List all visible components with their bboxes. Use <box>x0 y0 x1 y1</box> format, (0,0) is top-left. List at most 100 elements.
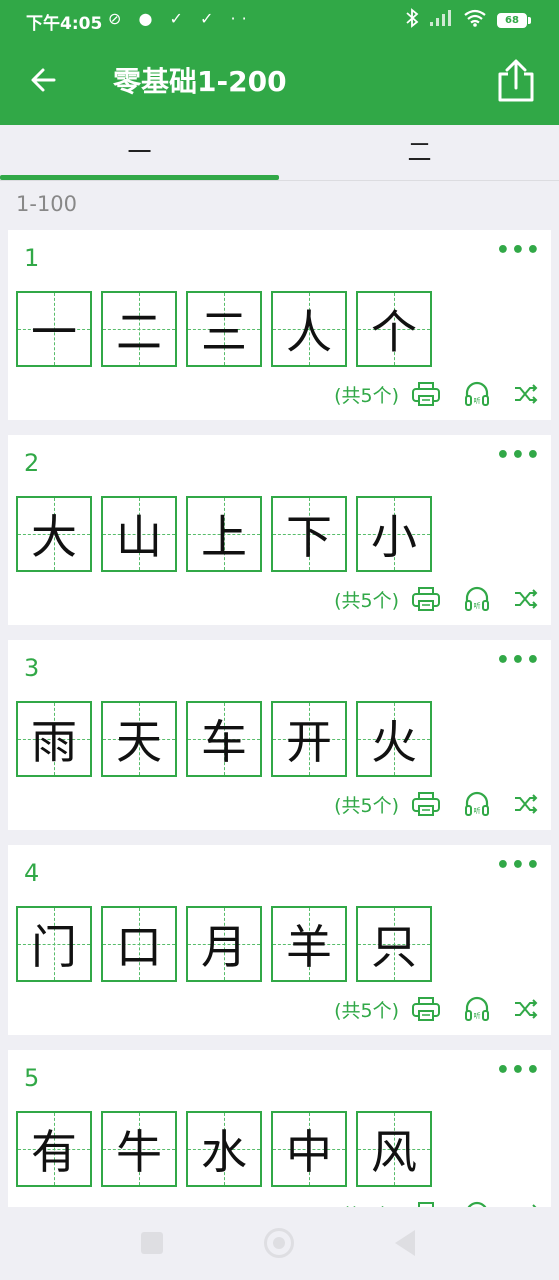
character-glyph: 火 <box>371 715 417 769</box>
battery-level: 68 <box>497 12 527 28</box>
shuffle-icon[interactable] <box>513 382 539 406</box>
character-cell[interactable]: 二 <box>101 291 177 367</box>
group-actions: (共5个)听 <box>334 1200 539 1207</box>
character-glyph: 天 <box>116 715 162 769</box>
character-cell[interactable]: 门 <box>16 906 92 982</box>
character-glyph: 中 <box>286 1125 332 1179</box>
group-actions: (共5个)听 <box>334 790 539 818</box>
group-card[interactable]: 1 ••• 一二三人个 (共5个) 听 <box>8 230 551 420</box>
character-glyph: 车 <box>201 715 247 769</box>
character-cell[interactable]: 个 <box>356 291 432 367</box>
character-glyph: 只 <box>371 920 417 974</box>
character-cell[interactable]: 天 <box>101 701 177 777</box>
tab-two[interactable]: 二 <box>280 125 559 180</box>
svg-text:听: 听 <box>474 806 481 815</box>
listen-icon[interactable]: 听 <box>463 380 491 408</box>
battery-icon: 68 <box>497 12 531 28</box>
character-cell[interactable]: 水 <box>186 1111 262 1187</box>
shuffle-icon[interactable] <box>513 792 539 816</box>
character-glyph: 三 <box>201 305 247 359</box>
print-icon[interactable] <box>411 996 441 1022</box>
character-cell[interactable]: 有 <box>16 1111 92 1187</box>
character-glyph: 下 <box>286 510 332 564</box>
character-cell[interactable]: 羊 <box>271 906 347 982</box>
status-bar: 下午4:05 ⊘ ● ✓ ✓ ·· 68 <box>0 0 559 42</box>
character-grid: 雨天车开火 <box>16 701 432 777</box>
character-glyph: 雨 <box>31 715 77 769</box>
character-cell[interactable]: 一 <box>16 291 92 367</box>
character-glyph: 人 <box>286 305 332 359</box>
group-number: 5 <box>24 1064 40 1092</box>
print-icon[interactable] <box>411 586 441 612</box>
more-options-icon[interactable]: ••• <box>496 853 541 878</box>
character-glyph: 上 <box>201 510 247 564</box>
app-bar: 零基础1-200 <box>0 42 559 125</box>
character-cell[interactable]: 雨 <box>16 701 92 777</box>
character-cell[interactable]: 中 <box>271 1111 347 1187</box>
group-card[interactable]: 4 ••• 门口月羊只 (共5个) 听 <box>8 845 551 1035</box>
wifi-icon <box>463 9 487 31</box>
character-glyph: 风 <box>371 1125 417 1179</box>
group-card[interactable]: 2 ••• 大山上下小 (共5个) 听 <box>8 435 551 625</box>
tab-one[interactable]: 一 <box>0 125 279 180</box>
character-glyph: 山 <box>116 510 162 564</box>
character-cell[interactable]: 人 <box>271 291 347 367</box>
character-glyph: 有 <box>31 1125 77 1179</box>
character-cell[interactable]: 小 <box>356 496 432 572</box>
bluetooth-icon <box>405 8 419 32</box>
character-cell[interactable]: 牛 <box>101 1111 177 1187</box>
character-cell[interactable]: 上 <box>186 496 262 572</box>
print-icon[interactable] <box>411 381 441 407</box>
shuffle-icon[interactable] <box>513 997 539 1021</box>
group-card[interactable]: 5 ••• 有牛水中风 (共5个)听 <box>8 1050 551 1207</box>
more-options-icon[interactable]: ••• <box>496 238 541 263</box>
system-nav-bar <box>0 1207 559 1280</box>
group-card[interactable]: 3 ••• 雨天车开火 (共5个) 听 <box>8 640 551 830</box>
character-cell[interactable]: 月 <box>186 906 262 982</box>
system-back-button[interactable] <box>395 1230 415 1256</box>
character-cell[interactable]: 山 <box>101 496 177 572</box>
character-glyph: 开 <box>286 715 332 769</box>
share-icon[interactable] <box>495 58 537 104</box>
character-cell[interactable]: 车 <box>186 701 262 777</box>
recents-button[interactable] <box>141 1232 163 1254</box>
character-cell[interactable]: 下 <box>271 496 347 572</box>
group-actions: (共5个)听 <box>334 585 539 613</box>
character-cell[interactable]: 大 <box>16 496 92 572</box>
character-cell[interactable]: 火 <box>356 701 432 777</box>
character-glyph: 大 <box>31 510 77 564</box>
group-number: 2 <box>24 449 40 477</box>
more-options-icon[interactable]: ••• <box>496 1058 541 1083</box>
character-cell[interactable]: 只 <box>356 906 432 982</box>
character-glyph: 羊 <box>286 920 332 974</box>
character-cell[interactable]: 口 <box>101 906 177 982</box>
listen-icon[interactable]: 听 <box>463 585 491 613</box>
tab-indicator <box>0 175 279 180</box>
character-glyph: 口 <box>116 920 162 974</box>
group-number: 1 <box>24 244 40 272</box>
character-cell[interactable]: 风 <box>356 1111 432 1187</box>
home-button[interactable] <box>264 1228 294 1258</box>
more-options-icon[interactable]: ••• <box>496 443 541 468</box>
more-options-icon[interactable]: ••• <box>496 648 541 673</box>
character-grid: 一二三人个 <box>16 291 432 367</box>
listen-icon[interactable]: 听 <box>463 1200 491 1207</box>
character-glyph: 个 <box>371 305 417 359</box>
shuffle-icon[interactable] <box>513 587 539 611</box>
svg-text:听: 听 <box>474 396 481 405</box>
tab-bar: 一 二 <box>0 125 559 181</box>
character-grid: 大山上下小 <box>16 496 432 572</box>
character-glyph: 牛 <box>116 1125 162 1179</box>
character-cell[interactable]: 三 <box>186 291 262 367</box>
character-glyph: 水 <box>201 1125 247 1179</box>
character-grid: 有牛水中风 <box>16 1111 432 1187</box>
back-arrow-icon[interactable] <box>24 60 64 100</box>
top-bar: 下午4:05 ⊘ ● ✓ ✓ ·· 68 零基础1-200 <box>0 0 559 125</box>
page-title: 零基础1-200 <box>113 65 287 98</box>
listen-icon[interactable]: 听 <box>463 995 491 1023</box>
character-glyph: 门 <box>31 920 77 974</box>
print-icon[interactable] <box>411 791 441 817</box>
character-cell[interactable]: 开 <box>271 701 347 777</box>
svg-text:听: 听 <box>474 601 481 610</box>
listen-icon[interactable]: 听 <box>463 790 491 818</box>
